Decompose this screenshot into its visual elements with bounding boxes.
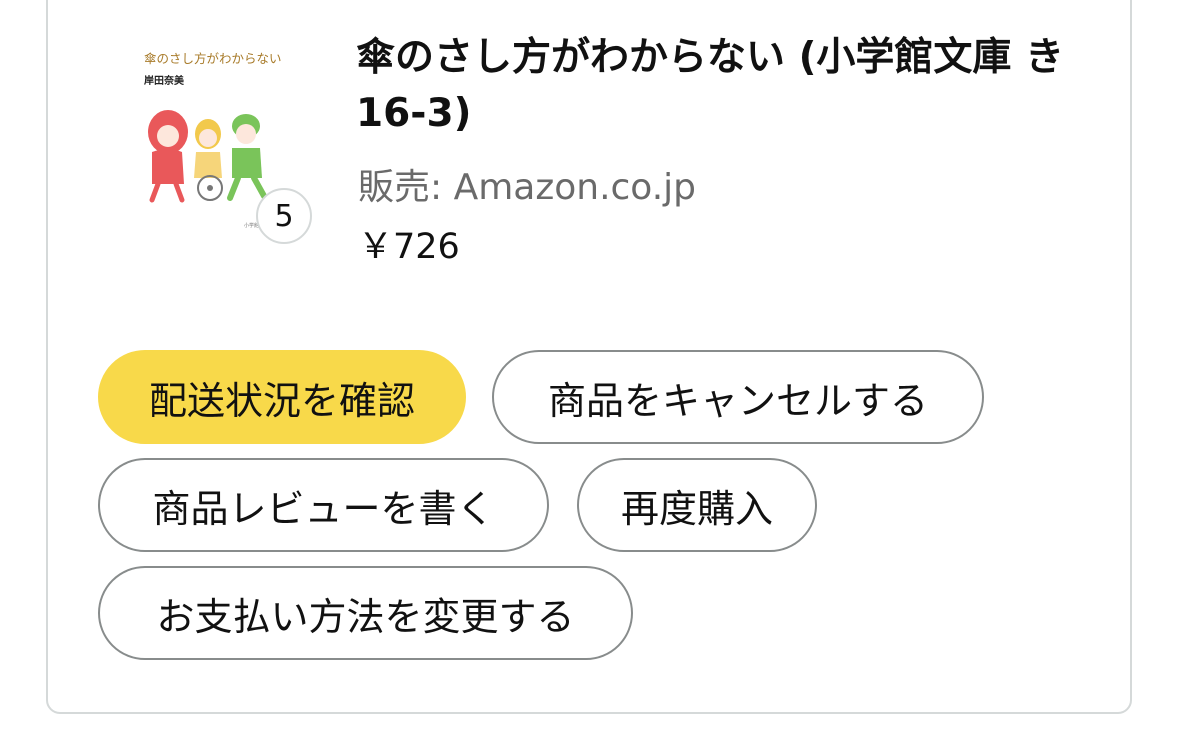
seller-label: 販売: Amazon.co.jp — [358, 167, 696, 208]
cover-title: 傘のさし方がわからない — [144, 51, 282, 66]
change-payment-button[interactable]: お支払い方法を変更する — [98, 566, 633, 660]
cover-author: 岸田奈美 — [144, 76, 184, 87]
product-title-link[interactable]: 傘のさし方がわからない (小学館文庫 き 16-3) — [356, 30, 1086, 142]
write-review-button[interactable]: 商品レビューを書く — [98, 458, 549, 552]
cancel-item-button[interactable]: 商品をキャンセルする — [492, 350, 984, 444]
cover-illustration — [148, 110, 267, 203]
price-label: ￥726 — [358, 227, 460, 267]
book-cover-image[interactable]: 傘のさし方がわからない 岸田奈美 小学館 — [134, 30, 282, 230]
track-package-button[interactable]: 配送状況を確認 — [98, 350, 466, 444]
quantity-badge: 5 — [256, 188, 312, 244]
buy-again-button[interactable]: 再度購入 — [577, 458, 817, 552]
